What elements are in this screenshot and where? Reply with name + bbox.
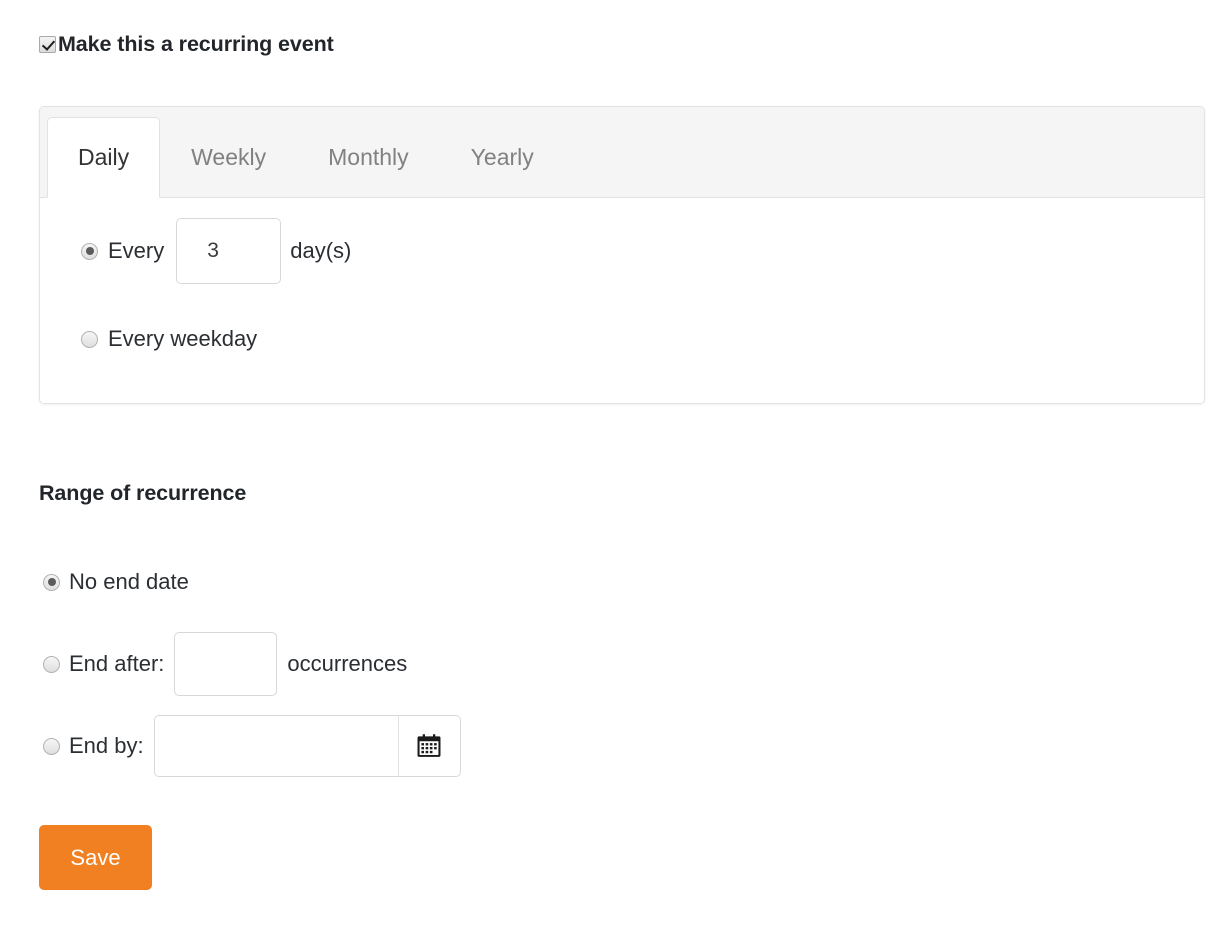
- recurring-event-row[interactable]: Make this a recurring event: [39, 28, 334, 60]
- range-no-end-date-row[interactable]: No end date: [43, 562, 461, 602]
- every-label: Every: [108, 238, 164, 264]
- occurrences-unit-label: occurrences: [287, 651, 407, 677]
- daily-every-n-days-row[interactable]: Every day(s): [81, 231, 1204, 271]
- tab-monthly[interactable]: Monthly: [297, 117, 440, 197]
- daily-interval-input[interactable]: [176, 218, 281, 284]
- range-of-recurrence-title: Range of recurrence: [39, 481, 246, 506]
- tab-strip: Daily Weekly Monthly Yearly: [40, 107, 1204, 198]
- radio-end-by[interactable]: [43, 738, 60, 755]
- every-weekday-label: Every weekday: [108, 326, 257, 352]
- end-by-date-input[interactable]: [154, 715, 399, 777]
- daily-every-weekday-row[interactable]: Every weekday: [81, 319, 1204, 359]
- end-by-date-group: [154, 715, 461, 777]
- radio-no-end-date[interactable]: [43, 574, 60, 591]
- no-end-date-label: No end date: [69, 569, 189, 595]
- radio-end-after[interactable]: [43, 656, 60, 673]
- save-button[interactable]: Save: [39, 825, 152, 890]
- radio-every-n-days[interactable]: [81, 243, 98, 260]
- checkbox-checked-icon[interactable]: [39, 36, 56, 53]
- tab-monthly-label: Monthly: [328, 146, 409, 169]
- calendar-picker-button[interactable]: [399, 715, 461, 777]
- tab-panel-daily-body: Every day(s) Every weekday: [40, 198, 1204, 403]
- tab-weekly[interactable]: Weekly: [160, 117, 297, 197]
- end-by-label: End by:: [69, 733, 144, 759]
- range-of-recurrence-options: No end date End after: occurrences End b…: [43, 562, 461, 766]
- tab-weekly-label: Weekly: [191, 146, 266, 169]
- tab-daily[interactable]: Daily: [47, 117, 160, 198]
- range-end-after-row[interactable]: End after: occurrences: [43, 644, 461, 684]
- end-after-label: End after:: [69, 651, 164, 677]
- range-end-by-row[interactable]: End by:: [43, 726, 461, 766]
- tab-daily-label: Daily: [78, 146, 129, 169]
- occurrences-input[interactable]: [174, 632, 277, 696]
- calendar-icon: [416, 733, 442, 759]
- recurring-event-label: Make this a recurring event: [58, 32, 334, 57]
- daily-unit-label: day(s): [290, 238, 351, 264]
- recurrence-tab-panel: Daily Weekly Monthly Yearly Every day(s)…: [39, 106, 1205, 404]
- tab-yearly[interactable]: Yearly: [440, 117, 565, 197]
- tab-yearly-label: Yearly: [471, 146, 534, 169]
- radio-every-weekday[interactable]: [81, 331, 98, 348]
